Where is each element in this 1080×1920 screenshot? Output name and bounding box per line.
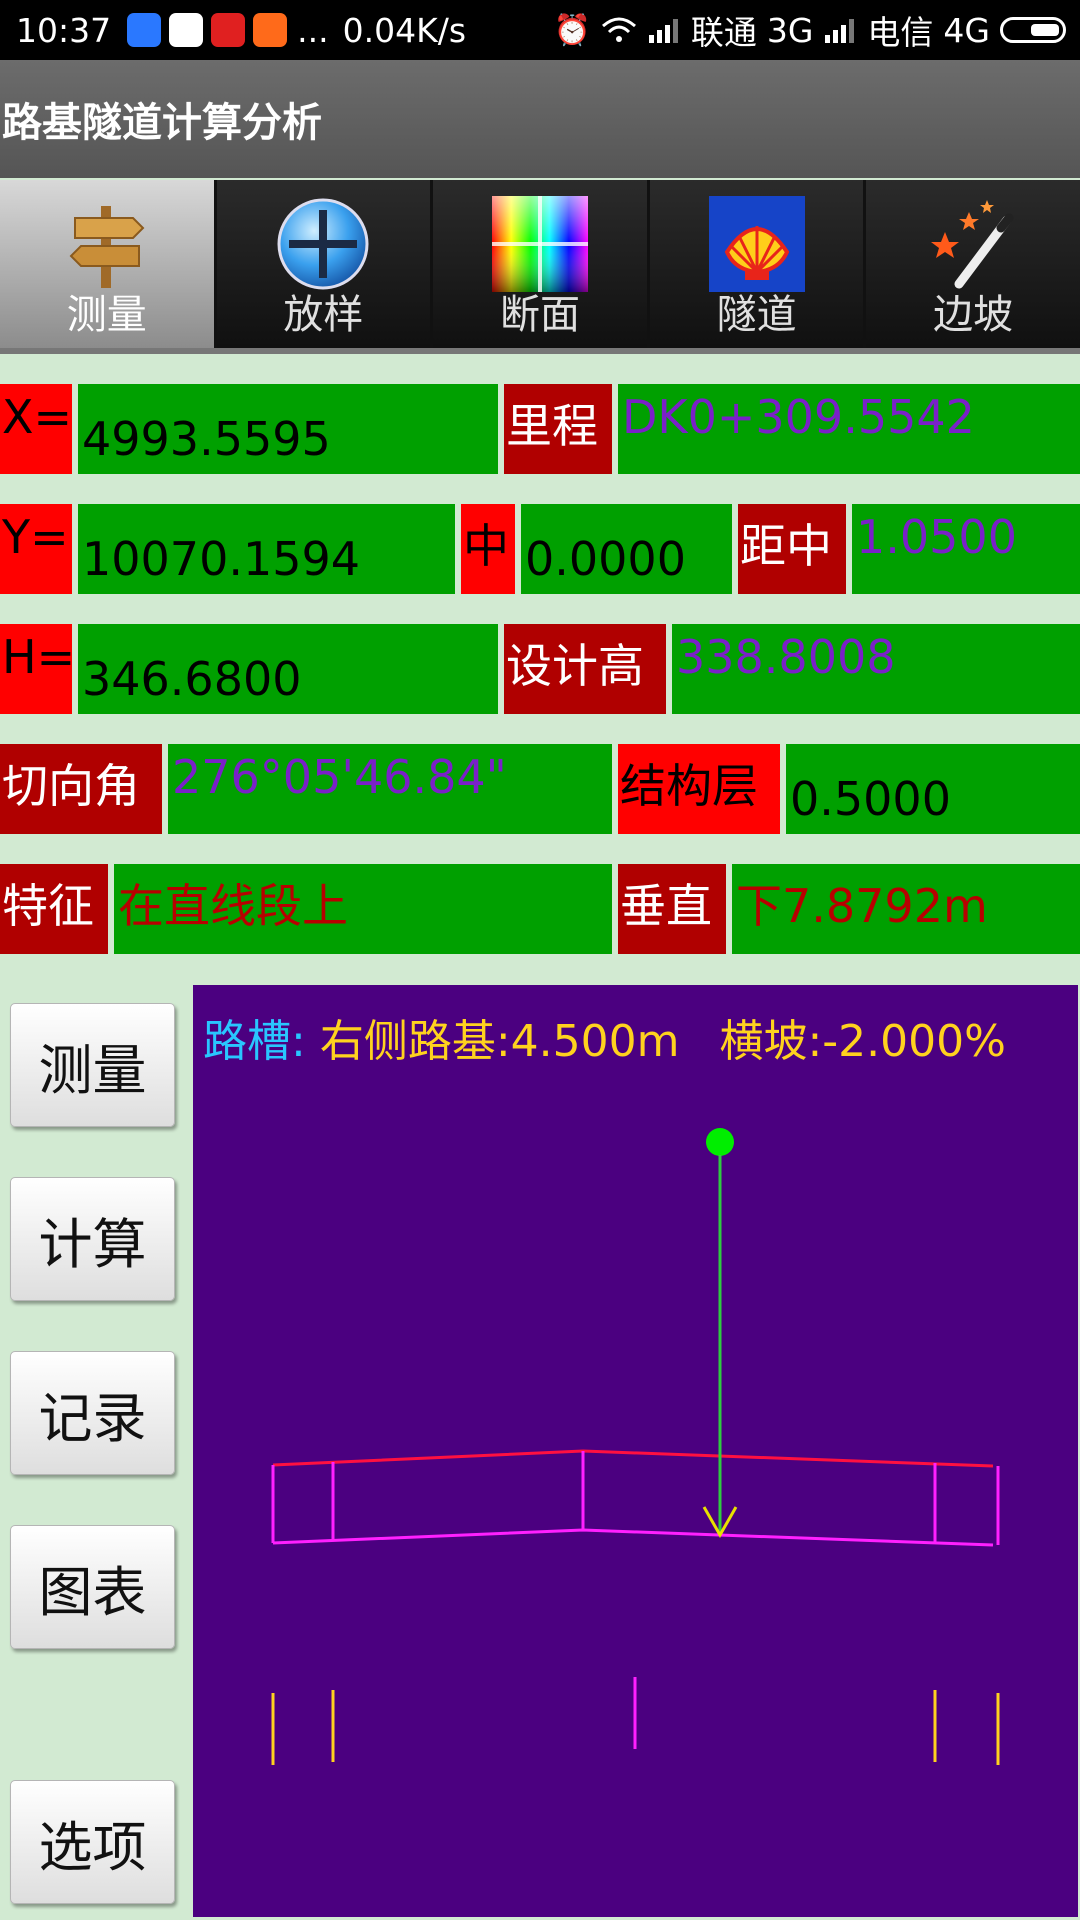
structure-layer-label: 结构层	[618, 744, 780, 834]
feature-label: 特征	[0, 864, 108, 954]
h-label: H=	[0, 624, 72, 714]
center-offset-value: 0.0000	[521, 504, 732, 594]
section-bottom-line	[272, 1528, 994, 1547]
status-bar: 10:37 ... 0.04K/s ⏰ 联通 3G 电信 4G	[0, 0, 1080, 60]
vertical-label: 垂直	[618, 864, 726, 954]
tangent-angle-label: 切向角	[0, 744, 162, 834]
tab-label: 断面	[499, 292, 580, 338]
cross-section-panel: 路槽: 右侧路基:4.500m 横坡:-2.000%	[193, 985, 1078, 1917]
tab-section[interactable]: 断面	[433, 180, 650, 348]
main-tab-bar: 测量 放样 断面 隧道 边坡	[0, 180, 1080, 348]
feature-value: 在直线段上	[114, 864, 612, 954]
mileage-value: DK0+309.5542	[618, 384, 1080, 474]
chart-button[interactable]: 图表	[10, 1525, 175, 1649]
tab-slope[interactable]: 边坡	[866, 180, 1080, 348]
cross-section-drawing	[271, 1128, 1000, 1765]
y-label: Y=	[0, 504, 72, 594]
section-top-line	[272, 1449, 994, 1468]
tab-label: 隧道	[716, 292, 797, 338]
calculate-button[interactable]: 计算	[10, 1177, 175, 1301]
structure-layer-value: 0.5000	[786, 744, 1080, 834]
tab-tunnel[interactable]: 隧道	[649, 180, 867, 348]
design-height-value: 338.8008	[672, 624, 1080, 714]
shell-icon	[708, 196, 805, 292]
design-height-label: 设计高	[504, 624, 666, 714]
tab-label: 测量	[66, 292, 147, 338]
measured-point-marker	[706, 1128, 734, 1156]
baidu-app-icon	[169, 13, 204, 47]
signal-icon-2	[825, 19, 855, 43]
vertical-value: 下7.8792m	[732, 864, 1080, 954]
x-label: X=	[0, 384, 72, 474]
x-value: 4993.5595	[78, 384, 498, 474]
mileage-label: 里程	[504, 384, 612, 474]
app-title-bar: 路基隧道计算分析	[0, 60, 1080, 178]
h-value: 346.6800	[78, 624, 498, 714]
shield-app-icon	[127, 13, 162, 47]
magic-wand-icon	[931, 200, 1014, 289]
carrier-2: 电信	[867, 13, 934, 52]
color-grid-icon	[491, 196, 588, 292]
alarm-icon: ⏰	[553, 12, 591, 48]
distance-center-value: 1.0500	[852, 504, 1080, 594]
signpost-icon	[69, 206, 145, 288]
network-speed: 0.04K/s	[342, 10, 467, 50]
battery-icon	[1000, 17, 1066, 43]
carrier-1: 联通	[690, 13, 757, 52]
tangent-angle-value: 276°05'46.84"	[168, 744, 612, 834]
more-notifications-icon: ...	[297, 10, 329, 50]
tab-measure[interactable]: 测量	[0, 180, 217, 348]
app-title: 路基隧道计算分析	[2, 100, 322, 146]
game-app-icon	[253, 13, 288, 47]
tab-divider	[0, 348, 1080, 354]
news-app-icon	[211, 13, 246, 47]
y-value: 10070.1594	[78, 504, 455, 594]
record-button[interactable]: 记录	[10, 1351, 175, 1475]
plus-globe-icon	[277, 198, 369, 290]
measure-button[interactable]: 测量	[10, 1003, 175, 1127]
tab-label: 边坡	[933, 292, 1014, 338]
network-type-1: 3G	[766, 10, 814, 50]
signal-icon-1	[648, 19, 678, 43]
center-offset-label: 中	[461, 504, 515, 594]
options-button[interactable]: 选项	[10, 1780, 175, 1904]
distance-center-label: 距中	[738, 504, 846, 594]
status-time: 10:37	[16, 10, 112, 50]
tab-stakeout[interactable]: 放样	[216, 180, 434, 348]
network-type-2: 4G	[943, 10, 990, 50]
wifi-icon	[601, 17, 636, 42]
tab-label: 放样	[283, 292, 364, 338]
